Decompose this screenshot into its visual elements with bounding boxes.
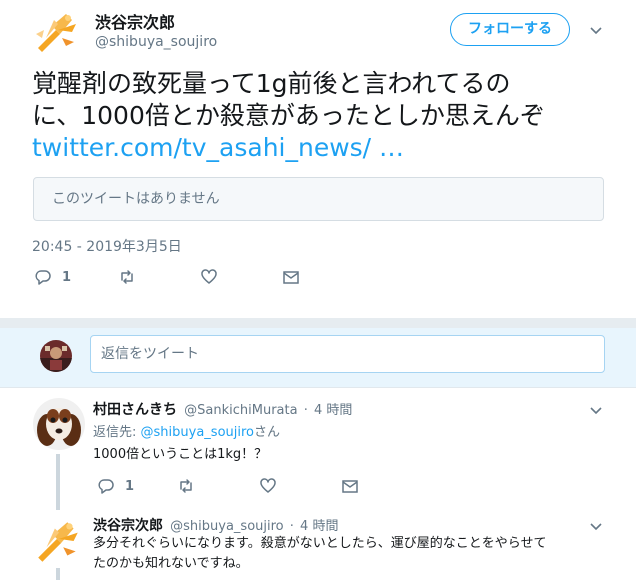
reply-composer: 返信をツイート — [0, 328, 636, 388]
reply-tweet[interactable]: 渋谷宗次郎 @shibuya_soujiro · 4 時間 多分それぐらいになり… — [0, 508, 636, 580]
tweet-text-line: に、1000倍とか殺意があったとしか思えんぞ — [32, 101, 545, 130]
chevron-down-icon[interactable] — [588, 402, 604, 418]
like-action[interactable] — [200, 268, 218, 286]
reply-author-handle[interactable]: @SankichiMurata — [184, 403, 297, 418]
author-handle[interactable]: @shibuya_soujiro — [95, 34, 217, 50]
reply-icon — [35, 270, 51, 285]
message-icon — [283, 271, 299, 284]
tweet-text: 覚醒剤の致死量って1g前後と言われてるの に、1000倍とか殺意があったとしか思… — [32, 68, 622, 164]
reply-text: 多分それぐらいになります。殺意がないとしたら、運び屋的なことをやらせて たのかも… — [93, 534, 613, 574]
author-avatar[interactable] — [32, 8, 82, 58]
retweet-action[interactable] — [177, 477, 195, 495]
separator-dot: · — [303, 403, 308, 418]
reply-time[interactable]: 4 時間 — [314, 403, 352, 418]
reply-tweet[interactable]: 村田さんきち @SankichiMurata · 4 時間 返信先: @shib… — [0, 388, 636, 510]
reply-header: 村田さんきち @SankichiMurata · 4 時間 — [93, 399, 352, 419]
reply-author-name[interactable]: 村田さんきち — [93, 402, 177, 418]
reply-count: 1 — [62, 269, 72, 285]
retweet-action[interactable] — [118, 268, 136, 286]
follow-button[interactable]: フォローする — [450, 13, 570, 46]
tweet-timestamp[interactable]: 20:45 - 2019年3月5日 — [32, 236, 182, 256]
replying-to-mention[interactable]: @shibuya_soujiro — [141, 425, 254, 440]
main-tweet: 渋谷宗次郎 @shibuya_soujiro フォローする 覚醒剤の致死量って1… — [0, 0, 636, 318]
reply-author-handle[interactable]: @shibuya_soujiro — [170, 519, 283, 534]
like-icon — [201, 269, 217, 284]
tweet-text-line: 覚醒剤の致死量って1g前後と言われてるの — [32, 69, 511, 98]
tweet-link[interactable]: twitter.com/tv_asahi_news/ … — [32, 132, 622, 164]
thread-line — [56, 454, 60, 510]
reply-action[interactable]: 1 — [34, 268, 71, 286]
section-divider — [0, 318, 636, 328]
chevron-down-icon[interactable] — [588, 22, 604, 38]
message-action[interactable] — [282, 268, 300, 286]
separator-dot: · — [289, 519, 294, 534]
reply-author-name[interactable]: 渋谷宗次郎 — [93, 518, 163, 534]
reply-text-line: たのかも知れないですね。 — [93, 556, 249, 571]
retweet-icon — [121, 270, 133, 284]
replying-to-prefix: 返信先: — [93, 425, 141, 440]
replying-to: 返信先: @shibuya_soujiroさん — [93, 421, 280, 440]
quoted-tweet-unavailable: このツイートはありません — [33, 177, 604, 221]
reply-icon — [98, 479, 114, 494]
thread-line — [56, 568, 60, 580]
reply-text: 1000倍ということは1kg！？ — [93, 447, 268, 462]
reply-author-avatar[interactable] — [33, 398, 85, 450]
chevron-down-icon[interactable] — [588, 518, 604, 534]
reply-author-avatar[interactable] — [32, 516, 84, 568]
current-user-avatar — [40, 340, 72, 372]
reply-action[interactable]: 1 — [97, 477, 134, 495]
reply-count: 1 — [125, 478, 135, 494]
like-icon — [260, 478, 276, 493]
message-icon — [342, 480, 358, 493]
reply-text-line: 多分それぐらいになります。殺意がないとしたら、運び屋的なことをやらせて — [93, 536, 547, 551]
reply-time[interactable]: 4 時間 — [300, 519, 338, 534]
author-display-name[interactable]: 渋谷宗次郎 — [95, 9, 175, 33]
replying-to-suffix: さん — [254, 425, 281, 440]
message-action[interactable] — [341, 477, 359, 495]
retweet-icon — [180, 479, 192, 493]
reply-header: 渋谷宗次郎 @shibuya_soujiro · 4 時間 — [93, 515, 338, 535]
reply-input[interactable]: 返信をツイート — [90, 335, 605, 373]
like-action[interactable] — [259, 477, 277, 495]
